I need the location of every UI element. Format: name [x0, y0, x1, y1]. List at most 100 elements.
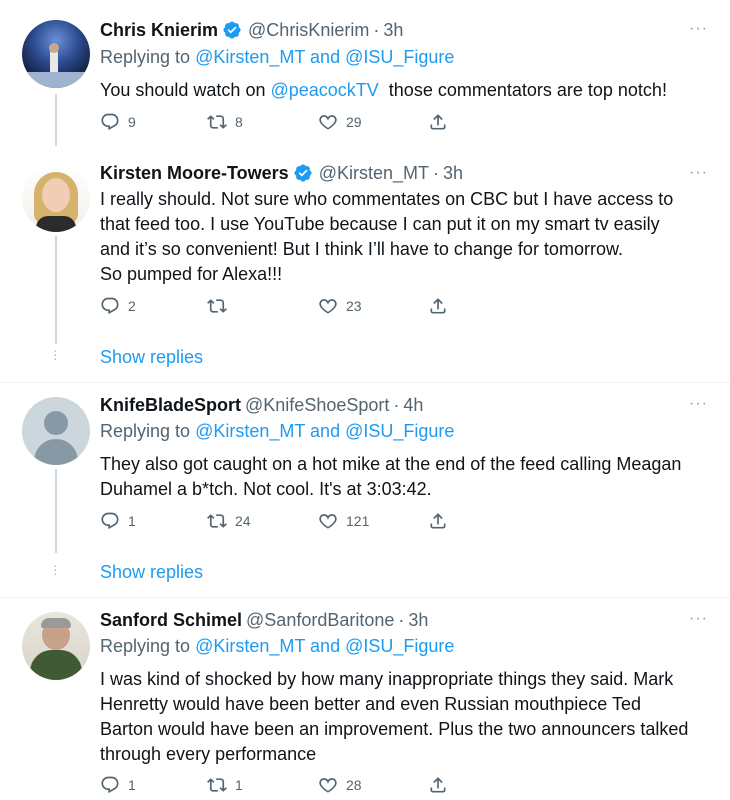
timestamp[interactable]: 3h	[408, 610, 428, 631]
author-handle[interactable]: @Kirsten_MT	[319, 163, 429, 184]
tweet-body: You should watch on @peacockTV those com…	[100, 78, 720, 103]
show-replies-link[interactable]: Show replies	[100, 347, 203, 368]
like-icon	[318, 112, 338, 132]
like-button[interactable]: 29	[318, 112, 362, 132]
retweet-button[interactable]	[207, 296, 235, 316]
retweet-icon	[207, 296, 227, 316]
tweet-kirsten-moore-towers[interactable]: · · · Kirsten Moore-Towers @Kirsten_MT · 3…	[0, 146, 730, 382]
thread-line	[55, 469, 57, 553]
author-name[interactable]: Sanford Schimel	[100, 610, 242, 631]
reply-icon	[100, 112, 120, 132]
tweet-body: They also got caught on a hot mike at th…	[100, 452, 720, 502]
retweet-icon	[207, 511, 227, 531]
thread-gap-dots: · · ·	[53, 557, 58, 581]
retweet-button[interactable]: 1	[207, 775, 243, 795]
reply-button[interactable]: 2	[100, 296, 136, 316]
retweet-count: 24	[235, 513, 251, 529]
tweet-text-line: Henretty would have been better and even…	[100, 694, 642, 714]
replying-to-users[interactable]: @Kirsten_MT and @ISU_Figure	[195, 636, 454, 656]
share-button[interactable]	[428, 112, 456, 132]
share-button[interactable]	[428, 511, 456, 531]
more-icon[interactable]: ···	[689, 395, 708, 413]
tweet-sanford-schimel[interactable]: Sanford Schimel @SanfordBaritone · 3h ··…	[0, 598, 730, 800]
replying-to-users[interactable]: @Kirsten_MT and @ISU_Figure	[195, 47, 454, 67]
show-replies-link[interactable]: Show replies	[100, 562, 203, 583]
replying-to-prefix: Replying to	[100, 421, 191, 441]
more-icon[interactable]: ···	[689, 610, 708, 628]
retweet-button[interactable]: 24	[207, 511, 251, 531]
retweet-icon	[207, 112, 227, 132]
avatar[interactable]	[22, 397, 90, 465]
replying-to: Replying to @Kirsten_MT and @ISU_Figure	[100, 421, 454, 442]
like-icon	[318, 296, 338, 316]
author-name[interactable]: Chris Knierim	[100, 20, 218, 41]
tweet-text-line: that feed too. I use YouTube because I c…	[100, 214, 660, 234]
tweet-body: I really should. Not sure who commentate…	[100, 187, 720, 287]
tweet-text-line: through every performance	[100, 744, 317, 764]
more-icon[interactable]: ···	[689, 164, 708, 182]
thread-gap-dots: · · ·	[53, 342, 58, 366]
reply-icon	[100, 775, 120, 795]
replying-to-users[interactable]: @Kirsten_MT and @ISU_Figure	[195, 421, 454, 441]
author-handle[interactable]: @ChrisKnierim	[248, 20, 369, 41]
verified-icon	[222, 20, 242, 40]
replying-to-prefix: Replying to	[100, 47, 191, 67]
avatar[interactable]	[22, 612, 90, 680]
like-count: 23	[346, 298, 362, 314]
like-button[interactable]: 23	[318, 296, 362, 316]
replying-to: Replying to @Kirsten_MT and @ISU_Figure	[100, 47, 454, 68]
author-handle[interactable]: @KnifeShoeSport	[245, 395, 389, 416]
avatar[interactable]	[22, 20, 90, 88]
retweet-count: 8	[235, 114, 243, 130]
tweet-text-line: So pumped for Alexa!!!	[100, 264, 283, 284]
reply-count: 1	[128, 513, 136, 529]
reply-button[interactable]: 1	[100, 775, 136, 795]
timestamp[interactable]: 3h	[383, 20, 403, 41]
author-handle[interactable]: @SanfordBaritone	[246, 610, 394, 631]
separator-dot: ·	[393, 394, 400, 415]
like-count: 121	[346, 513, 370, 529]
reply-count: 9	[128, 114, 136, 130]
mention-link[interactable]: @peacockTV	[270, 80, 378, 100]
thread-line	[55, 94, 57, 146]
separator-dot: ·	[398, 609, 405, 630]
separator-dot: ·	[373, 19, 380, 40]
tweet-knifebladesport[interactable]: · · · KnifeBladeSport @KnifeShoeSport · 4h…	[0, 383, 730, 597]
like-button[interactable]: 28	[318, 775, 362, 795]
tweet-chris-knierim[interactable]: Chris Knierim @ChrisKnierim · 3h ··· Rep…	[0, 0, 730, 146]
avatar[interactable]	[22, 164, 90, 232]
action-bar: 2 23	[100, 296, 460, 320]
like-count: 28	[346, 777, 362, 793]
like-count: 29	[346, 114, 362, 130]
share-icon	[428, 112, 448, 132]
like-button[interactable]: 121	[318, 511, 369, 531]
tweet-text: You should watch on	[100, 80, 271, 100]
tweet-header: Sanford Schimel @SanfordBaritone · 3h	[100, 607, 428, 633]
timestamp[interactable]: 4h	[403, 395, 423, 416]
reply-icon	[100, 296, 120, 316]
tweet-header: Chris Knierim @ChrisKnierim · 3h	[100, 17, 403, 43]
thread-line	[55, 236, 57, 344]
share-button[interactable]	[428, 296, 456, 316]
reply-button[interactable]: 9	[100, 112, 136, 132]
replying-to: Replying to @Kirsten_MT and @ISU_Figure	[100, 636, 454, 657]
reply-count: 2	[128, 298, 136, 314]
author-name[interactable]: KnifeBladeSport	[100, 395, 241, 416]
verified-icon	[293, 163, 313, 183]
replying-to-prefix: Replying to	[100, 636, 191, 656]
share-icon	[428, 511, 448, 531]
action-bar: 1 24 121	[100, 511, 460, 535]
tweet-text-line: I was kind of shocked by how many inappr…	[100, 669, 674, 689]
timestamp[interactable]: 3h	[443, 163, 463, 184]
author-name[interactable]: Kirsten Moore-Towers	[100, 163, 289, 184]
tweet-text-line: I really should. Not sure who commentate…	[100, 189, 674, 209]
tweet-text-line: Barton would have been an improvement. P…	[100, 719, 689, 739]
share-button[interactable]	[428, 775, 456, 795]
retweet-button[interactable]: 8	[207, 112, 243, 132]
retweet-count: 1	[235, 777, 243, 793]
more-icon[interactable]: ···	[689, 20, 708, 38]
reply-button[interactable]: 1	[100, 511, 136, 531]
tweet-text: those commentators are top notch!	[378, 80, 667, 100]
tweet-text-line: They also got caught on a hot mike at th…	[100, 454, 682, 474]
tweet-header: KnifeBladeSport @KnifeShoeSport · 4h	[100, 392, 423, 418]
